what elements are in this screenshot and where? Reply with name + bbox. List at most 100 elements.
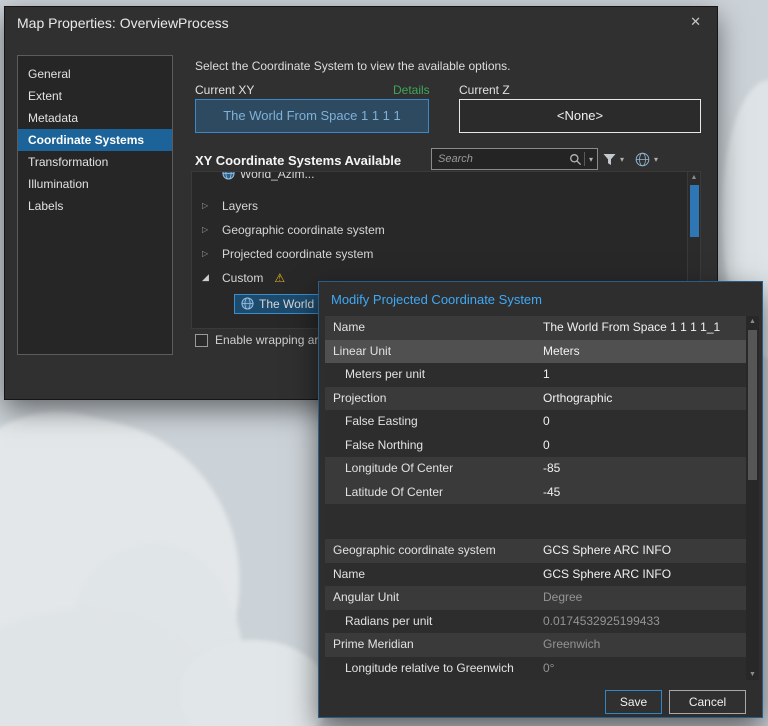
tree-item[interactable]: ▷ Geographic coordinate system [192,218,686,241]
property-row[interactable]: Name The World From Space 1 1 1 1_1 [325,316,749,340]
globe-icon [222,172,235,180]
sidebar-item-coordinate-systems[interactable]: Coordinate Systems [18,129,172,151]
property-row[interactable]: Geographic coordinate system GCS Sphere A… [325,539,749,563]
property-value[interactable]: -85 [535,457,749,481]
tree-item-label: Projected coordinate system [222,246,374,261]
expander-icon[interactable]: ▷ [202,249,216,258]
modify-pcs-dialog: Modify Projected Coordinate System Name T… [318,281,763,718]
property-label: Geographic coordinate system [333,543,496,557]
property-row[interactable]: Prime Meridian Greenwich [325,633,749,657]
details-link[interactable]: Details [393,83,430,97]
tree-item-label: Geographic coordinate system [222,222,385,237]
property-row[interactable]: Meters per unit 1 [325,363,749,387]
property-value[interactable]: 0 [535,410,749,434]
chevron-down-icon[interactable]: ▾ [589,155,593,164]
property-row[interactable]: Linear Unit Meters [325,339,749,364]
search-input[interactable] [432,153,569,165]
property-label: Latitude Of Center [345,484,444,499]
available-systems-heading: XY Coordinate Systems Available [195,153,402,168]
property-value[interactable]: Greenwich [535,633,749,657]
property-value[interactable]: 1 [535,363,749,387]
property-label: Name [333,320,366,334]
property-value[interactable]: 0° [535,657,749,681]
property-value[interactable]: 0 [535,434,749,458]
desktop: { "icons": { "close": "✕", "collapsed": … [0,0,768,726]
current-xy-value[interactable]: The World From Space 1 1 1 1 [195,99,429,133]
property-value[interactable]: GCS Sphere ARC INFO [535,539,749,563]
property-row[interactable]: Longitude Of Center -85 [325,457,749,481]
tree-item[interactable]: ▷ Projected coordinate system [192,242,686,265]
chevron-down-icon: ▾ [620,154,625,164]
property-row[interactable]: Angular Unit Degree [325,586,749,610]
scroll-up-icon[interactable]: ▲ [688,174,700,181]
expander-icon[interactable]: ◢ [202,272,216,283]
sidebar-item-labels[interactable]: Labels [18,195,172,217]
property-label: False Easting [345,414,418,428]
filter-button[interactable]: ▾ [603,149,628,169]
property-label: Prime Meridian [333,637,414,651]
modify-dialog-title: Modify Projected Coordinate System [331,292,542,307]
expander-icon[interactable]: ▷ [202,225,216,234]
property-value[interactable]: GCS Sphere ARC INFO [535,563,749,587]
sidebar-item-general[interactable]: General [18,63,172,85]
scroll-down-icon[interactable]: ▼ [746,671,759,678]
property-row[interactable]: False Northing 0 [325,433,749,458]
current-xy-label: Current XY [195,83,255,97]
tree-item-content[interactable]: Layers [216,197,264,215]
tree-item-content[interactable]: Geographic coordinate system [216,221,391,239]
cancel-button[interactable]: Cancel [669,690,746,714]
current-z-value[interactable]: <None> [459,99,701,133]
search-icon [569,153,582,166]
filter-icon [603,153,616,166]
expander-icon[interactable]: ▷ [202,201,216,210]
sidebar-item-illumination[interactable]: Illumination [18,173,172,195]
tree-item-content[interactable]: Projected coordinate system [216,245,379,263]
save-button[interactable]: Save [605,690,662,714]
tree-item[interactable]: ▷ Layers [192,194,686,217]
current-z-label: Current Z [459,83,510,97]
tree-item-content[interactable]: World_Azim... [216,171,320,183]
property-label: Projection [333,390,387,405]
warning-icon: ⚠ [274,270,286,285]
sidebar-item-metadata[interactable]: Metadata [18,107,172,129]
sidebar-list: General Extent Metadata Coordinate Systems T… [17,55,173,355]
property-row[interactable]: Latitude Of Center -45 [325,480,749,505]
property-row[interactable]: Name GCS Sphere ARC INFO [325,562,749,587]
scrollbar-thumb[interactable] [748,330,757,480]
tree-item-label: Layers [222,198,259,213]
property-value[interactable]: Degree [535,586,749,610]
instruction-text: Select the Coordinate System to view the… [195,59,511,73]
property-label: Meters per unit [345,367,426,381]
property-label: Name [333,566,366,581]
tree-item-content[interactable]: Custom ⚠ [216,269,291,287]
property-value[interactable]: -45 [535,481,749,505]
map-landmass [180,640,330,726]
search-box[interactable]: ▾ [431,148,598,170]
property-table: Name The World From Space 1 1 1 1_1 Linear… [325,316,749,680]
property-value[interactable]: Orthographic [535,387,749,411]
tree-item[interactable]: World_Azim... [192,171,686,185]
property-spacer-row [325,504,749,539]
wrap-dateline-checkbox[interactable] [195,334,208,347]
chevron-down-icon: ▾ [654,154,659,164]
property-row[interactable]: Longitude relative to Greenwich 0° [325,656,749,681]
scrollbar-thumb[interactable] [690,185,699,237]
property-value[interactable]: 0.0174532925199433 [535,610,749,634]
divider [583,152,585,166]
property-value[interactable]: Meters [535,340,749,364]
sidebar-item-extent[interactable]: Extent [18,85,172,107]
close-icon[interactable]: ✕ [690,14,701,30]
property-value[interactable]: The World From Space 1 1 1 1_1 [535,316,749,340]
spatial-reference-button[interactable]: ▾ [635,149,662,169]
property-row[interactable]: Radians per unit 0.0174532925199433 [325,609,749,634]
property-label: Linear Unit [333,343,392,358]
property-row[interactable]: False Easting 0 [325,410,749,434]
property-label: Angular Unit [333,590,400,604]
property-label: Longitude relative to Greenwich [345,660,514,675]
modify-scrollbar[interactable]: ▲ ▼ [746,316,759,680]
property-row[interactable]: Projection Orthographic [325,386,749,411]
scroll-up-icon[interactable]: ▲ [746,318,759,325]
property-label: Longitude Of Center [345,461,454,475]
sidebar-item-transformation[interactable]: Transformation [18,151,172,173]
tree-item-label: World_Azim... [240,171,315,181]
